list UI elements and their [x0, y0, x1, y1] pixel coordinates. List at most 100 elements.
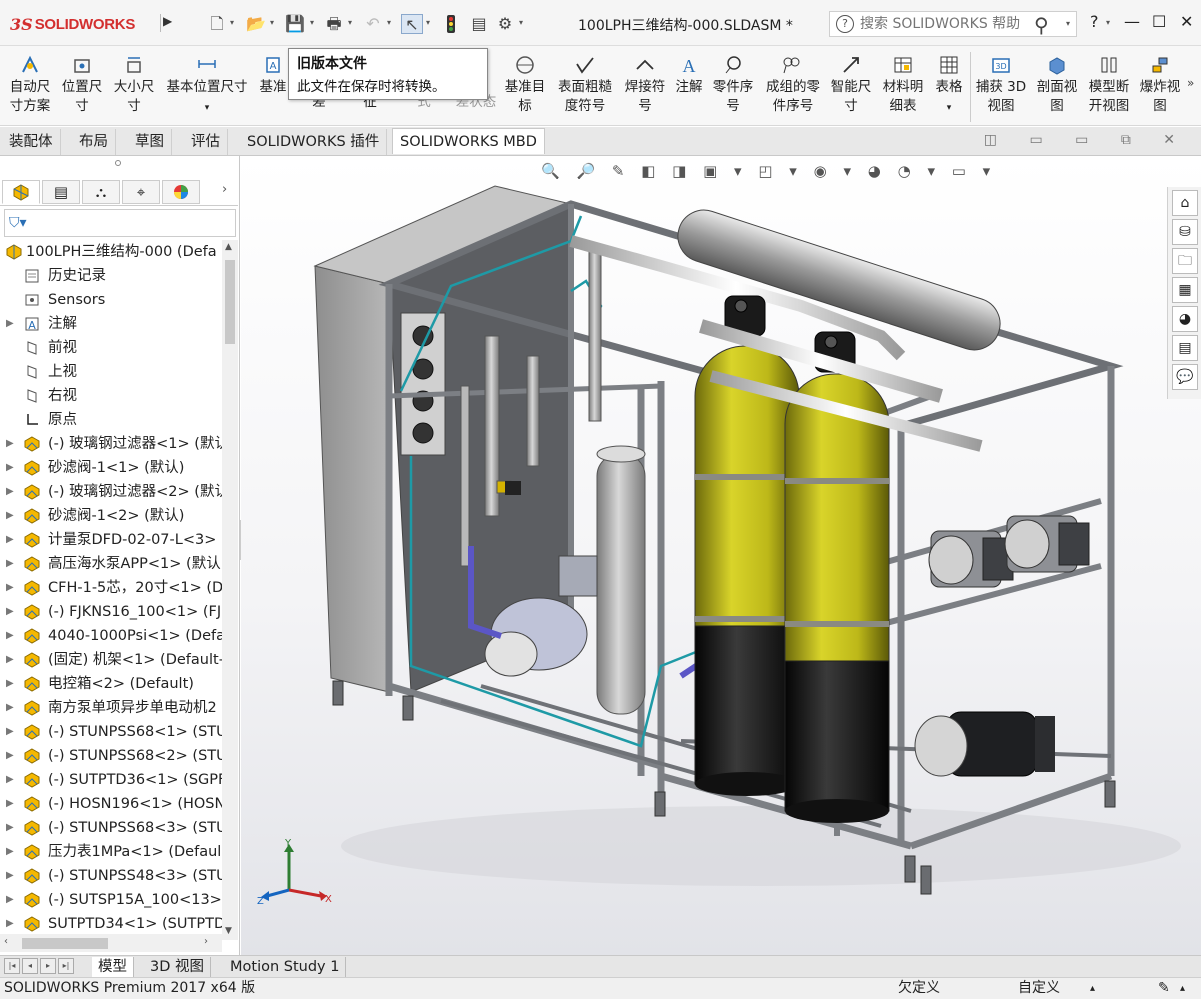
tree-horizontal-scrollbar[interactable]: ‹ ›: [0, 934, 222, 952]
dropdown-arrow-icon[interactable]: ▾: [205, 103, 210, 113]
tree-item[interactable]: ▶ (-) FJKNS16_100<1> (FJ: [0, 600, 222, 624]
solidworks-resources-home-icon[interactable]: ⌂: [1172, 190, 1198, 216]
help-search-box[interactable]: ? ⚲ ▾: [829, 11, 1077, 37]
undo-icon[interactable]: ↶: [362, 14, 384, 34]
expand-arrow-icon[interactable]: ▶: [6, 624, 14, 648]
close-button[interactable]: ✕: [1180, 12, 1193, 31]
balloon-button[interactable]: 零件序号: [710, 54, 756, 116]
tree-item[interactable]: ▶ 压力表1MPa<1> (Defaul: [0, 840, 222, 864]
display-manager-tab-icon[interactable]: [162, 180, 200, 204]
tree-item[interactable]: ▶ A 注解: [0, 312, 222, 336]
location-dimension-button[interactable]: 位置尺寸: [58, 54, 106, 116]
filter-icon[interactable]: ⛉▾: [9, 215, 27, 231]
scroll-up-icon[interactable]: ▲: [225, 242, 232, 252]
scroll-down-icon[interactable]: ▼: [225, 926, 232, 936]
help-dropdown-icon[interactable]: ▾: [1106, 18, 1110, 27]
assembly-model-render[interactable]: [241, 156, 1201, 955]
menu-expand-arrow-icon[interactable]: ▶: [160, 14, 174, 32]
search-input[interactable]: [860, 15, 1030, 33]
expand-arrow-icon[interactable]: ▶: [6, 456, 14, 480]
feature-manager-tab-icon[interactable]: [2, 180, 40, 204]
tree-item[interactable]: ▶ SUTPTD34<1> (SUTPTD: [0, 912, 222, 936]
expand-arrow-icon[interactable]: ▶: [6, 888, 14, 912]
tree-item[interactable]: ▶ 砂滤阀-1<2> (默认): [0, 504, 222, 528]
graphics-area[interactable]: 🔍 🔎 ✎ ◧ ◨ ▣ ▾ ◰ ▾ ◉ ▾ ◕ ◔ ▾ ▭ ▾ Y X Z: [241, 156, 1201, 955]
more-tabs-chevron-icon[interactable]: ›: [222, 182, 227, 197]
datum-target-button[interactable]: 基准目标: [502, 54, 548, 116]
more-commands-chevron-icon[interactable]: »: [1187, 76, 1194, 90]
expand-arrow-icon[interactable]: ▶: [6, 672, 14, 696]
minimize-button[interactable]: —: [1124, 12, 1140, 31]
tree-item[interactable]: ▶ 4040-1000Psi<1> (Defa: [0, 624, 222, 648]
expand-arrow-icon[interactable]: ▶: [6, 648, 14, 672]
pane-drag-handle[interactable]: [115, 160, 121, 166]
file-explorer-folder-icon[interactable]: 🗀: [1172, 248, 1198, 274]
maximize-button[interactable]: ☐: [1152, 12, 1166, 31]
first-tab-icon[interactable]: |◂: [4, 958, 20, 974]
search-dropdown-icon[interactable]: ▾: [1066, 19, 1070, 28]
weld-symbol-button[interactable]: 焊接符号: [622, 54, 668, 116]
tab-model[interactable]: 模型: [92, 957, 134, 977]
prev-tab-icon[interactable]: ◂: [22, 958, 38, 974]
expand-arrow-icon[interactable]: ▶: [6, 600, 14, 624]
scroll-thumb[interactable]: [225, 260, 235, 344]
units-dropdown-icon[interactable]: ▴: [1090, 978, 1095, 999]
print-icon[interactable]: 🖶: [323, 14, 345, 34]
tab-sketch[interactable]: 草图: [128, 129, 172, 155]
expand-arrow-icon[interactable]: ▶: [6, 720, 14, 744]
select-pointer-icon[interactable]: ↖: [401, 14, 423, 34]
quick-tips-icon[interactable]: ✎: [1158, 978, 1170, 999]
tree-item[interactable]: ▶ (-) SUTSP15A_100<13>: [0, 888, 222, 912]
custom-properties-icon[interactable]: ▤: [1172, 335, 1198, 361]
dimxpert-manager-tab-icon[interactable]: ⌖: [122, 180, 160, 204]
tree-item[interactable]: 原点: [0, 408, 222, 432]
expand-arrow-icon[interactable]: ▶: [6, 840, 14, 864]
table-button[interactable]: 表格 ▾: [930, 54, 968, 118]
expand-arrow-icon[interactable]: ▶: [6, 744, 14, 768]
forum-chat-icon[interactable]: 💬: [1172, 364, 1198, 390]
tab-solidworks-mbd[interactable]: SOLIDWORKS MBD: [392, 128, 545, 154]
tab-motion-study[interactable]: Motion Study 1: [224, 957, 347, 977]
tree-item[interactable]: ▶ (-) 玻璃钢过滤器<1> (默认: [0, 432, 222, 456]
quick-tips-dropdown-icon[interactable]: ▴: [1180, 978, 1185, 999]
expand-arrow-icon[interactable]: ▶: [6, 816, 14, 840]
tree-root-assembly[interactable]: 100LPH三维结构-000 (Defa: [0, 240, 222, 264]
expand-arrow-icon[interactable]: ▶: [6, 312, 14, 336]
basic-location-dimension-button[interactable]: 基本位置尺寸 ▾: [162, 54, 252, 118]
next-tab-icon[interactable]: ▸: [40, 958, 56, 974]
expand-arrow-icon[interactable]: ▶: [6, 432, 14, 456]
surface-finish-button[interactable]: 表面粗糙 度符号: [552, 54, 618, 116]
tab-assembly[interactable]: 装配体: [2, 129, 61, 155]
last-tab-icon[interactable]: ▸|: [58, 958, 74, 974]
auto-dimension-scheme-button[interactable]: 自动尺 寸方案: [6, 54, 54, 116]
tree-item[interactable]: 上视: [0, 360, 222, 384]
tree-item[interactable]: ▶ (-) HOSN196<1> (HOSN: [0, 792, 222, 816]
tree-item[interactable]: ▶ (-) STUNPSS68<3> (STU: [0, 816, 222, 840]
tree-item[interactable]: ▶ (固定) 机架<1> (Default-: [0, 648, 222, 672]
save-icon[interactable]: 💾: [284, 14, 306, 34]
tree-item[interactable]: ▶ 南方泵单项异步单电动机2: [0, 696, 222, 720]
open-dropdown-icon[interactable]: ▾: [270, 18, 274, 27]
document-window-controls[interactable]: ◫ ▭ ▭ ⧉ ✕: [984, 132, 1189, 148]
size-dimension-button[interactable]: 大小尺寸: [110, 54, 158, 116]
tab-solidworks-addins[interactable]: SOLIDWORKS 插件: [240, 129, 388, 155]
tree-item[interactable]: ▶ (-) STUNPSS48<3> (STU: [0, 864, 222, 888]
appearances-scenes-icon[interactable]: ◕: [1172, 306, 1198, 332]
print-dropdown-icon[interactable]: ▾: [348, 18, 352, 27]
options-dropdown-icon[interactable]: ▾: [519, 18, 523, 27]
scroll-right-icon[interactable]: ›: [204, 936, 208, 947]
section-view-button[interactable]: 剖面视图: [1032, 54, 1082, 116]
undo-dropdown-icon[interactable]: ▾: [387, 18, 391, 27]
tree-item[interactable]: ▶ (-) 玻璃钢过滤器<2> (默认: [0, 480, 222, 504]
scroll-left-icon[interactable]: ‹: [4, 936, 8, 947]
tree-vertical-scrollbar[interactable]: ▲ ▼: [222, 240, 238, 940]
tree-item[interactable]: ▶ (-) STUNPSS68<1> (STU: [0, 720, 222, 744]
tab-3d-views[interactable]: 3D 视图: [144, 957, 211, 977]
expand-arrow-icon[interactable]: ▶: [6, 528, 14, 552]
tree-item[interactable]: ▶ (-) SUTPTD36<1> (SGPF: [0, 768, 222, 792]
datum-button[interactable]: A 基准: [256, 54, 290, 97]
bill-of-materials-button[interactable]: 材料明 细表: [880, 54, 926, 116]
save-dropdown-icon[interactable]: ▾: [310, 18, 314, 27]
scroll-thumb[interactable]: [22, 938, 108, 949]
expand-arrow-icon[interactable]: ▶: [6, 480, 14, 504]
